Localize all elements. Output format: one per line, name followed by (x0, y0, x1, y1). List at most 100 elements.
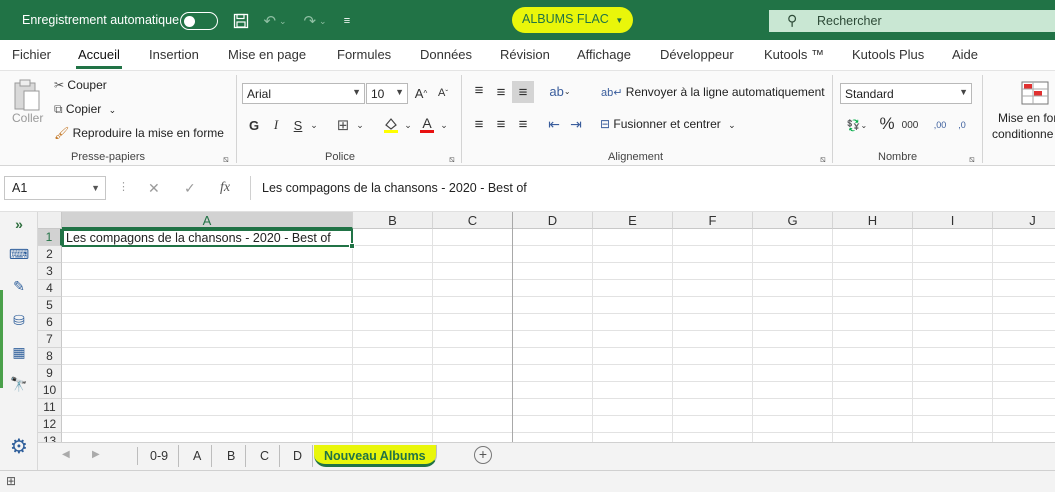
wrap-text-button[interactable]: ab↵ Renvoyer à la ligne automatiquement (601, 85, 825, 99)
column-header-b[interactable]: B (353, 212, 433, 229)
tab-fichier[interactable]: Fichier (12, 47, 51, 62)
insert-function-icon[interactable]: fx (220, 180, 230, 196)
tab-kutools-plus[interactable]: Kutools Plus (852, 47, 924, 62)
align-right-icon[interactable]: ≡ (514, 115, 532, 133)
align-middle-icon[interactable]: ≡ (492, 83, 510, 101)
decrease-indent-icon[interactable]: ⇤ (544, 115, 564, 133)
row-header-4[interactable]: 4 (38, 280, 62, 297)
row-header-12[interactable]: 12 (38, 416, 62, 433)
copy-button[interactable]: ⧉ Copier ⌄ (54, 102, 116, 117)
clipboard-launcher-icon[interactable]: ⧅ (223, 154, 229, 165)
sheet-tab-b[interactable]: B (217, 445, 247, 467)
chevron-down-icon[interactable]: ⌄ (438, 115, 450, 135)
alignment-launcher-icon[interactable]: ⧅ (820, 154, 826, 165)
orientation-icon[interactable]: ab ⌄ (546, 81, 574, 101)
autosave-toggle[interactable] (180, 12, 218, 30)
row-header-9[interactable]: 9 (38, 365, 62, 382)
tab-insertion[interactable]: Insertion (149, 47, 199, 62)
workbook-sheets-icon[interactable]: ⌨ (8, 244, 30, 264)
number-format-select[interactable]: Standard ▼ (840, 83, 972, 104)
row-header-13[interactable]: 13 (38, 433, 62, 442)
fill-handle[interactable] (349, 243, 355, 249)
save-icon[interactable] (232, 10, 250, 32)
paste-button[interactable] (10, 75, 44, 115)
font-size-select[interactable]: 10 ▼ (366, 83, 408, 104)
tab-mise-en-page[interactable]: Mise en page (228, 47, 306, 62)
increase-indent-icon[interactable]: ⇥ (566, 115, 586, 133)
row-header-3[interactable]: 3 (38, 263, 62, 280)
chevron-down-icon[interactable]: ⌄ (308, 115, 320, 135)
search-box[interactable]: ⚲ Rechercher (769, 10, 1055, 32)
cancel-icon[interactable]: ✕ (148, 180, 160, 197)
decrease-decimal-button[interactable]: ,0 (952, 115, 972, 135)
tab-formules[interactable]: Formules (337, 47, 391, 62)
row-header-11[interactable]: 11 (38, 399, 62, 416)
select-all-corner[interactable] (38, 212, 62, 229)
sheet-tab-c[interactable]: C (250, 445, 281, 467)
font-launcher-icon[interactable]: ⧅ (449, 154, 455, 165)
column-header-i[interactable]: I (913, 212, 993, 229)
sheet-tab-nouveau-albums[interactable]: Nouveau Albums (314, 445, 437, 467)
font-color-button[interactable]: A (418, 113, 436, 135)
autotext-icon[interactable]: ✎ (8, 276, 30, 296)
row-header-5[interactable]: 5 (38, 297, 62, 314)
column-header-g[interactable]: G (753, 212, 833, 229)
align-left-icon[interactable]: ≡ (470, 115, 488, 133)
fill-color-icon[interactable] (380, 115, 402, 135)
format-painter-button[interactable]: 🖌 Reproduire la mise en forme (54, 126, 224, 140)
scroll-sheets-right-icon[interactable]: ▶ (92, 449, 100, 460)
column-header-h[interactable]: H (833, 212, 913, 229)
tab-developpeur[interactable]: Développeur (660, 47, 734, 62)
name-manager-icon[interactable]: ⛁ (8, 310, 30, 330)
row-header-8[interactable]: 8 (38, 348, 62, 365)
row-header-10[interactable]: 10 (38, 382, 62, 399)
italic-button[interactable]: I (268, 115, 284, 135)
column-header-f[interactable]: F (673, 212, 753, 229)
worksheet-grid[interactable]: A B C D E F G H I J 1 2 3 4 5 6 7 8 9 10… (38, 212, 1055, 442)
cut-button[interactable]: ✂ Couper (54, 78, 107, 92)
document-title[interactable]: ALBUMS FLAC ▼ (512, 7, 634, 33)
scroll-sheets-left-icon[interactable]: ◀ (62, 449, 70, 460)
column-header-c[interactable]: C (433, 212, 513, 229)
find-replace-icon[interactable]: 🔭 (8, 374, 30, 394)
cell-a1[interactable]: Les compagons de la chansons - 2020 - Be… (62, 229, 355, 249)
expand-pane-icon[interactable]: » (8, 214, 30, 234)
accounting-format-icon[interactable]: 💱 ⌄ (842, 115, 872, 135)
settings-gear-icon[interactable]: ⚙ (8, 436, 30, 458)
tab-accueil[interactable]: Accueil (76, 47, 122, 69)
column-header-e[interactable]: E (593, 212, 673, 229)
row-header-7[interactable]: 7 (38, 331, 62, 348)
align-center-icon[interactable]: ≡ (492, 115, 510, 133)
tab-revision[interactable]: Révision (500, 47, 550, 62)
chevron-down-icon[interactable]: ⌄ (402, 115, 414, 135)
increase-decimal-button[interactable]: ,00 (930, 115, 950, 135)
undo-icon[interactable]: ↶ ⌄ (260, 10, 290, 32)
column-header-j[interactable]: J (993, 212, 1055, 229)
borders-icon[interactable]: ⊞ (334, 115, 352, 135)
macro-recorder-icon[interactable]: ⊞ (6, 474, 16, 488)
customize-qat-icon[interactable]: ≡ (340, 10, 354, 32)
font-name-select[interactable]: Arial ▼ (242, 83, 365, 104)
thousands-separator-button[interactable]: 000 (900, 115, 920, 135)
add-sheet-icon[interactable]: + (474, 446, 492, 464)
chevron-down-icon[interactable]: ⌄ (354, 115, 366, 135)
tab-aide[interactable]: Aide (952, 47, 978, 62)
column-header-a[interactable]: A (62, 212, 353, 229)
sheet-tab-a[interactable]: A (183, 445, 213, 467)
align-bottom-icon[interactable]: ≡ (512, 81, 534, 103)
sheet-tab-d[interactable]: D (283, 445, 314, 467)
bold-button[interactable]: G (246, 115, 262, 135)
row-header-1[interactable]: 1 (38, 229, 62, 246)
column-header-d[interactable]: D (513, 212, 593, 229)
row-header-6[interactable]: 6 (38, 314, 62, 331)
conditional-formatting-icon[interactable] (1020, 79, 1050, 107)
freeze-pane-divider[interactable] (512, 212, 513, 442)
percent-button[interactable]: % (878, 113, 896, 135)
sheet-tab-0-9[interactable]: 0-9 (140, 445, 180, 467)
tab-donnees[interactable]: Données (420, 47, 472, 62)
redo-icon[interactable]: ↷ ⌄ (300, 10, 330, 32)
row-header-2[interactable]: 2 (38, 246, 62, 263)
name-box[interactable]: A1 ▼ (4, 176, 106, 200)
underline-button[interactable]: S (290, 115, 306, 135)
decrease-font-size-icon[interactable]: Aˇ (434, 83, 452, 103)
